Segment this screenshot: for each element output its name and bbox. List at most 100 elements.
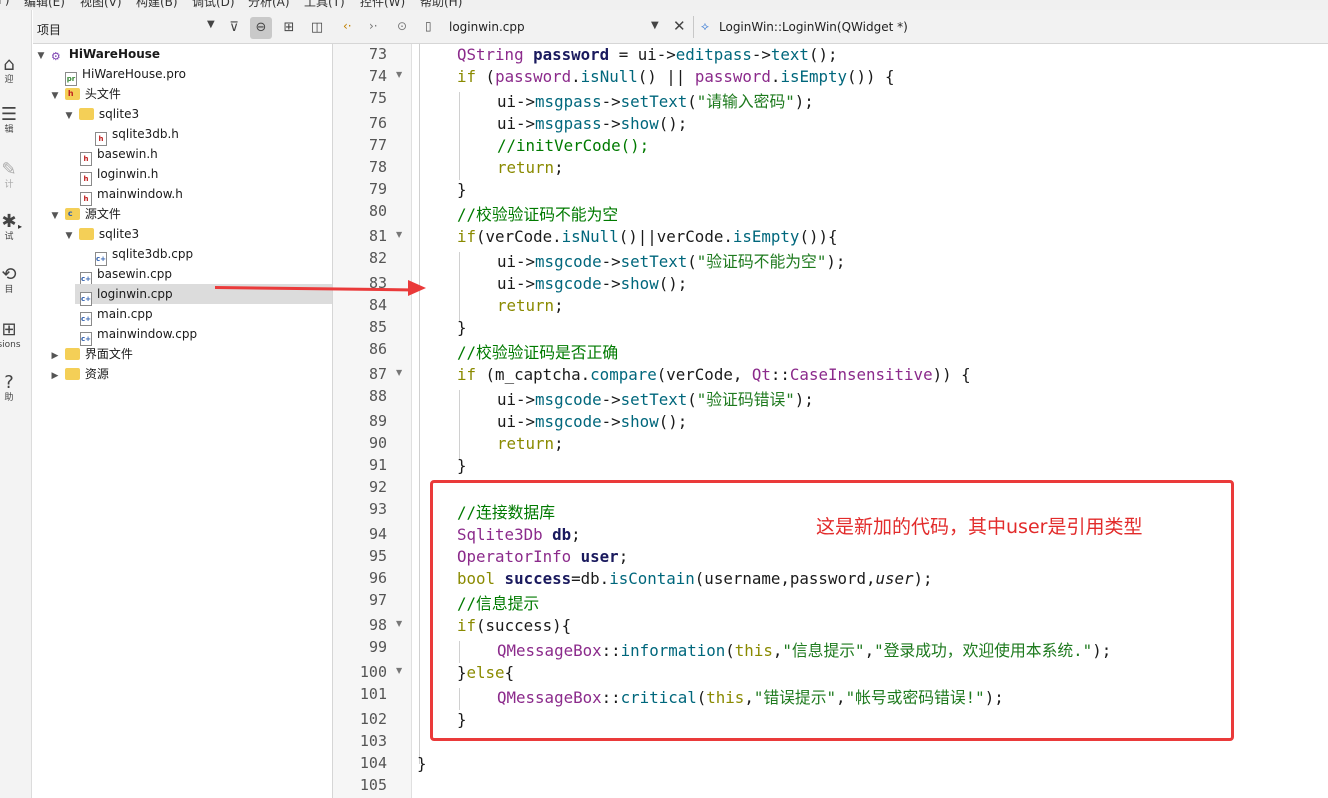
design-icon: ✎ [1, 159, 17, 180]
mode-bar: ⌂ 迎 ☰ 辑 ✎ 计 ✱ 试 ▸ ⟲ 目 ⊞ sions ? 助 [0, 10, 32, 798]
indent-guide [419, 44, 420, 764]
line-number: 76 [368, 114, 387, 132]
chevron-down-icon[interactable]: ▼ [35, 46, 47, 66]
line-number: 89 [368, 412, 387, 430]
editor-toolbar: ‹· ›· ⊙ ▯ loginwin.cpp ▼ ✕ ⟡ LoginWin::L… [333, 10, 1328, 44]
fold-marker-icon[interactable]: ▼ [396, 368, 402, 377]
filter-icon[interactable]: ⊽ [223, 17, 245, 39]
tree-item-project[interactable]: ▼ ⚙ HiWareHouse [33, 44, 332, 64]
editor-symbol[interactable]: LoginWin::LoginWin(QWidget *) [719, 20, 908, 34]
indent-guide [459, 390, 460, 460]
code-line-87: if (m_captcha.compare(verCode, Qt::CaseI… [457, 365, 971, 384]
chevron-down-icon[interactable]: ▼ [651, 20, 659, 31]
link-icon[interactable]: ⊖ [250, 17, 272, 39]
tree-item-mainwindow-cpp[interactable]: c+ mainwindow.cpp [80, 324, 197, 346]
tree-item-headers[interactable]: ▼ 头文件 [49, 84, 121, 104]
menu-debug[interactable]: 调试(D) [192, 0, 235, 10]
line-number: 74 [368, 67, 387, 85]
mode-welcome[interactable]: ⌂ 迎 [0, 54, 24, 86]
close-sidebar-icon[interactable]: ◫ [306, 17, 328, 39]
line-number: 97 [368, 591, 387, 609]
project-panel-title: 项目 [37, 23, 62, 37]
menu-widgets[interactable]: 控件(W) [360, 0, 405, 10]
chevron-down-icon[interactable]: ▼ [63, 226, 75, 246]
symbol-icon: ⟡ [701, 19, 709, 33]
menu-file[interactable]: F) [0, 0, 10, 7]
chevron-down-icon[interactable]: ▼ [49, 206, 61, 226]
welcome-icon: ⌂ [3, 54, 15, 75]
code-line-77: //initVerCode(); [497, 136, 650, 155]
fold-marker-icon[interactable]: ▼ [396, 619, 402, 628]
line-number: 93 [368, 500, 387, 518]
line-number: 98 [368, 616, 387, 634]
tree-item-main-cpp[interactable]: c+ main.cpp [80, 304, 153, 326]
tree-item-sources[interactable]: ▼ 源文件 [49, 204, 121, 224]
fold-marker-icon[interactable]: ▼ [396, 230, 402, 239]
mode-help[interactable]: ? 助 [0, 373, 24, 404]
chevron-down-icon[interactable]: ▼ [63, 106, 75, 126]
tree-item-sqlite3db-h[interactable]: h sqlite3db.h [95, 124, 179, 146]
tree-item-sqlite3-headers[interactable]: ▼ sqlite3 [63, 104, 140, 126]
line-number: 102 [359, 710, 387, 728]
line-number: 82 [368, 249, 387, 267]
tree-item-mainwindow-h[interactable]: h mainwindow.h [80, 184, 183, 206]
mode-projects[interactable]: ⟲ 目 [0, 265, 24, 296]
code-line-88: ui->msgcode->setText("验证码错误"); [497, 390, 814, 409]
edit-icon: ☰ [0, 104, 18, 125]
mode-design[interactable]: ✎ 计 [0, 159, 24, 191]
fold-marker-icon[interactable]: ▼ [396, 666, 402, 675]
line-number: 77 [368, 136, 387, 154]
fold-marker-icon[interactable]: ▼ [396, 70, 402, 79]
mode-edit[interactable]: ☰ 辑 [0, 104, 24, 136]
chevron-down-icon[interactable]: ▼ [49, 86, 61, 106]
line-number: 103 [359, 732, 387, 750]
tree-item-resources[interactable]: ▶ 资源 [49, 364, 109, 384]
tree-item-basewin-cpp[interactable]: c+ basewin.cpp [80, 264, 172, 286]
close-icon[interactable]: ✕ [673, 17, 686, 35]
resources-folder-icon [64, 368, 80, 380]
line-number: 79 [368, 180, 387, 198]
line-number: 99 [368, 638, 387, 656]
code-line-85: } [457, 318, 467, 337]
lock-icon[interactable]: ⊙ [397, 19, 407, 33]
line-number: 85 [368, 318, 387, 336]
code-line-74: if (password.isNull() || password.isEmpt… [457, 67, 895, 86]
line-number: 92 [368, 478, 387, 496]
project-tree: ▼ ⚙HiWareHouse prHiWareHouse.pro ▼ 头文件 ▼… [33, 44, 333, 798]
back-icon[interactable]: ‹· [343, 19, 352, 33]
forward-icon[interactable]: ›· [369, 19, 378, 33]
line-number: 87 [368, 365, 387, 383]
tree-item-pro[interactable]: pr HiWareHouse.pro [65, 64, 186, 86]
project-icon: ⚙ [50, 50, 61, 63]
tree-item-forms[interactable]: ▶ 界面文件 [49, 344, 133, 364]
menu-view[interactable]: 视图(V) [80, 0, 122, 10]
code-line-86: //校验验证码是否正确 [457, 343, 619, 362]
line-number: 94 [368, 525, 387, 543]
line-number: 101 [359, 685, 387, 703]
chevron-down-icon[interactable]: ▼ [207, 19, 215, 30]
code-line-81: if(verCode.isNull()||verCode.isEmpty()){ [457, 227, 838, 246]
chevron-right-icon[interactable]: ▶ [49, 346, 61, 366]
editor-file-name[interactable]: loginwin.cpp [449, 20, 525, 34]
tree-item-sqlite3-sources[interactable]: ▼ sqlite3 [63, 224, 140, 246]
tree-item-basewin-h[interactable]: h basewin.h [80, 144, 158, 166]
line-number: 88 [368, 387, 387, 405]
menu-build[interactable]: 构建(B) [136, 0, 178, 10]
chevron-right-icon: ▸ [18, 222, 23, 231]
menu-edit[interactable]: 编辑(E) [24, 0, 65, 10]
add-split-icon[interactable]: ⊞ [278, 17, 300, 39]
chevron-right-icon[interactable]: ▶ [49, 366, 61, 386]
menu-help[interactable]: 帮助(H) [420, 0, 462, 10]
mode-extensions[interactable]: ⊞ sions [0, 319, 24, 351]
menu-bar: F) 编辑(E) 视图(V) 构建(B) 调试(D) 分析(A) 工具(T) 控… [0, 0, 1328, 10]
extensions-icon: ⊞ [1, 319, 17, 340]
project-panel-header: 项目 ▼ ⊽ ⊖ ⊞ ◫ [33, 10, 333, 44]
header-folder-icon [64, 88, 80, 100]
tree-item-sqlite3db-cpp[interactable]: c+ sqlite3db.cpp [95, 244, 193, 266]
menu-tools[interactable]: 工具(T) [304, 0, 345, 10]
menu-analyze[interactable]: 分析(A) [248, 0, 290, 10]
code-line-84: return; [497, 296, 564, 315]
tree-item-loginwin-h[interactable]: h loginwin.h [80, 164, 158, 186]
line-number: 100 [359, 663, 387, 681]
code-line-73: QString password = ui->editpass->text(); [457, 45, 838, 64]
